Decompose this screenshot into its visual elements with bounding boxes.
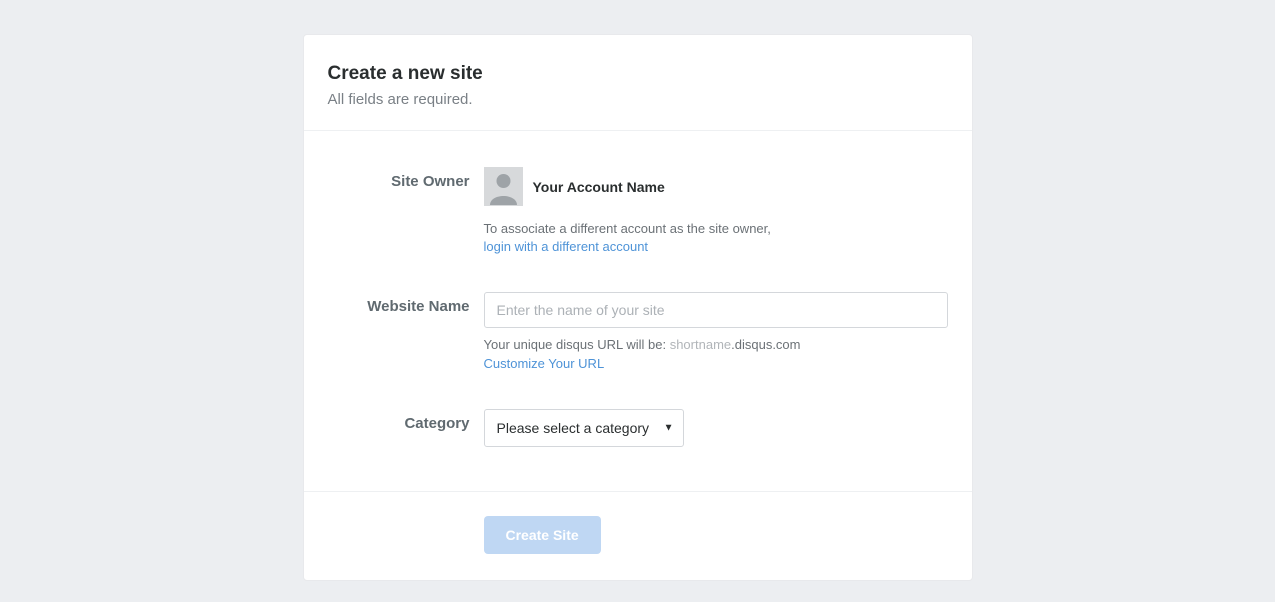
owner-line: Your Account Name	[484, 167, 948, 206]
category-select[interactable]: Please select a category	[484, 409, 684, 447]
row-site-owner: Site Owner Your Account Name To associat…	[328, 167, 948, 256]
url-suffix-text: .disqus.com	[731, 337, 800, 352]
url-prefix-text: Your unique disqus URL will be:	[484, 337, 670, 352]
page-title: Create a new site	[328, 63, 948, 85]
card-header: Create a new site All fields are require…	[304, 35, 972, 131]
form-body: Site Owner Your Account Name To associat…	[304, 131, 972, 491]
website-name-help: Your unique disqus URL will be: shortnam…	[484, 336, 948, 372]
site-owner-help-text: To associate a different account as the …	[484, 221, 771, 236]
customize-url-link[interactable]: Customize Your URL	[484, 356, 605, 371]
page-subtitle: All fields are required.	[328, 91, 948, 108]
label-site-owner: Site Owner	[328, 167, 484, 190]
row-category: Category Please select a category ▼	[328, 409, 948, 447]
card-footer: Create Site	[304, 491, 972, 580]
row-website-name: Website Name Your unique disqus URL will…	[328, 292, 948, 372]
create-site-card: Create a new site All fields are require…	[303, 34, 973, 581]
shortname-placeholder: shortname	[670, 337, 731, 352]
owner-account-name: Your Account Name	[533, 179, 665, 195]
login-different-account-link[interactable]: login with a different account	[484, 239, 649, 254]
site-owner-help: To associate a different account as the …	[484, 220, 948, 256]
category-select-wrap: Please select a category ▼	[484, 409, 684, 447]
label-website-name: Website Name	[328, 292, 484, 315]
create-site-button[interactable]: Create Site	[484, 516, 601, 554]
avatar-icon	[484, 167, 523, 206]
label-category: Category	[328, 409, 484, 432]
website-name-input[interactable]	[484, 292, 948, 328]
